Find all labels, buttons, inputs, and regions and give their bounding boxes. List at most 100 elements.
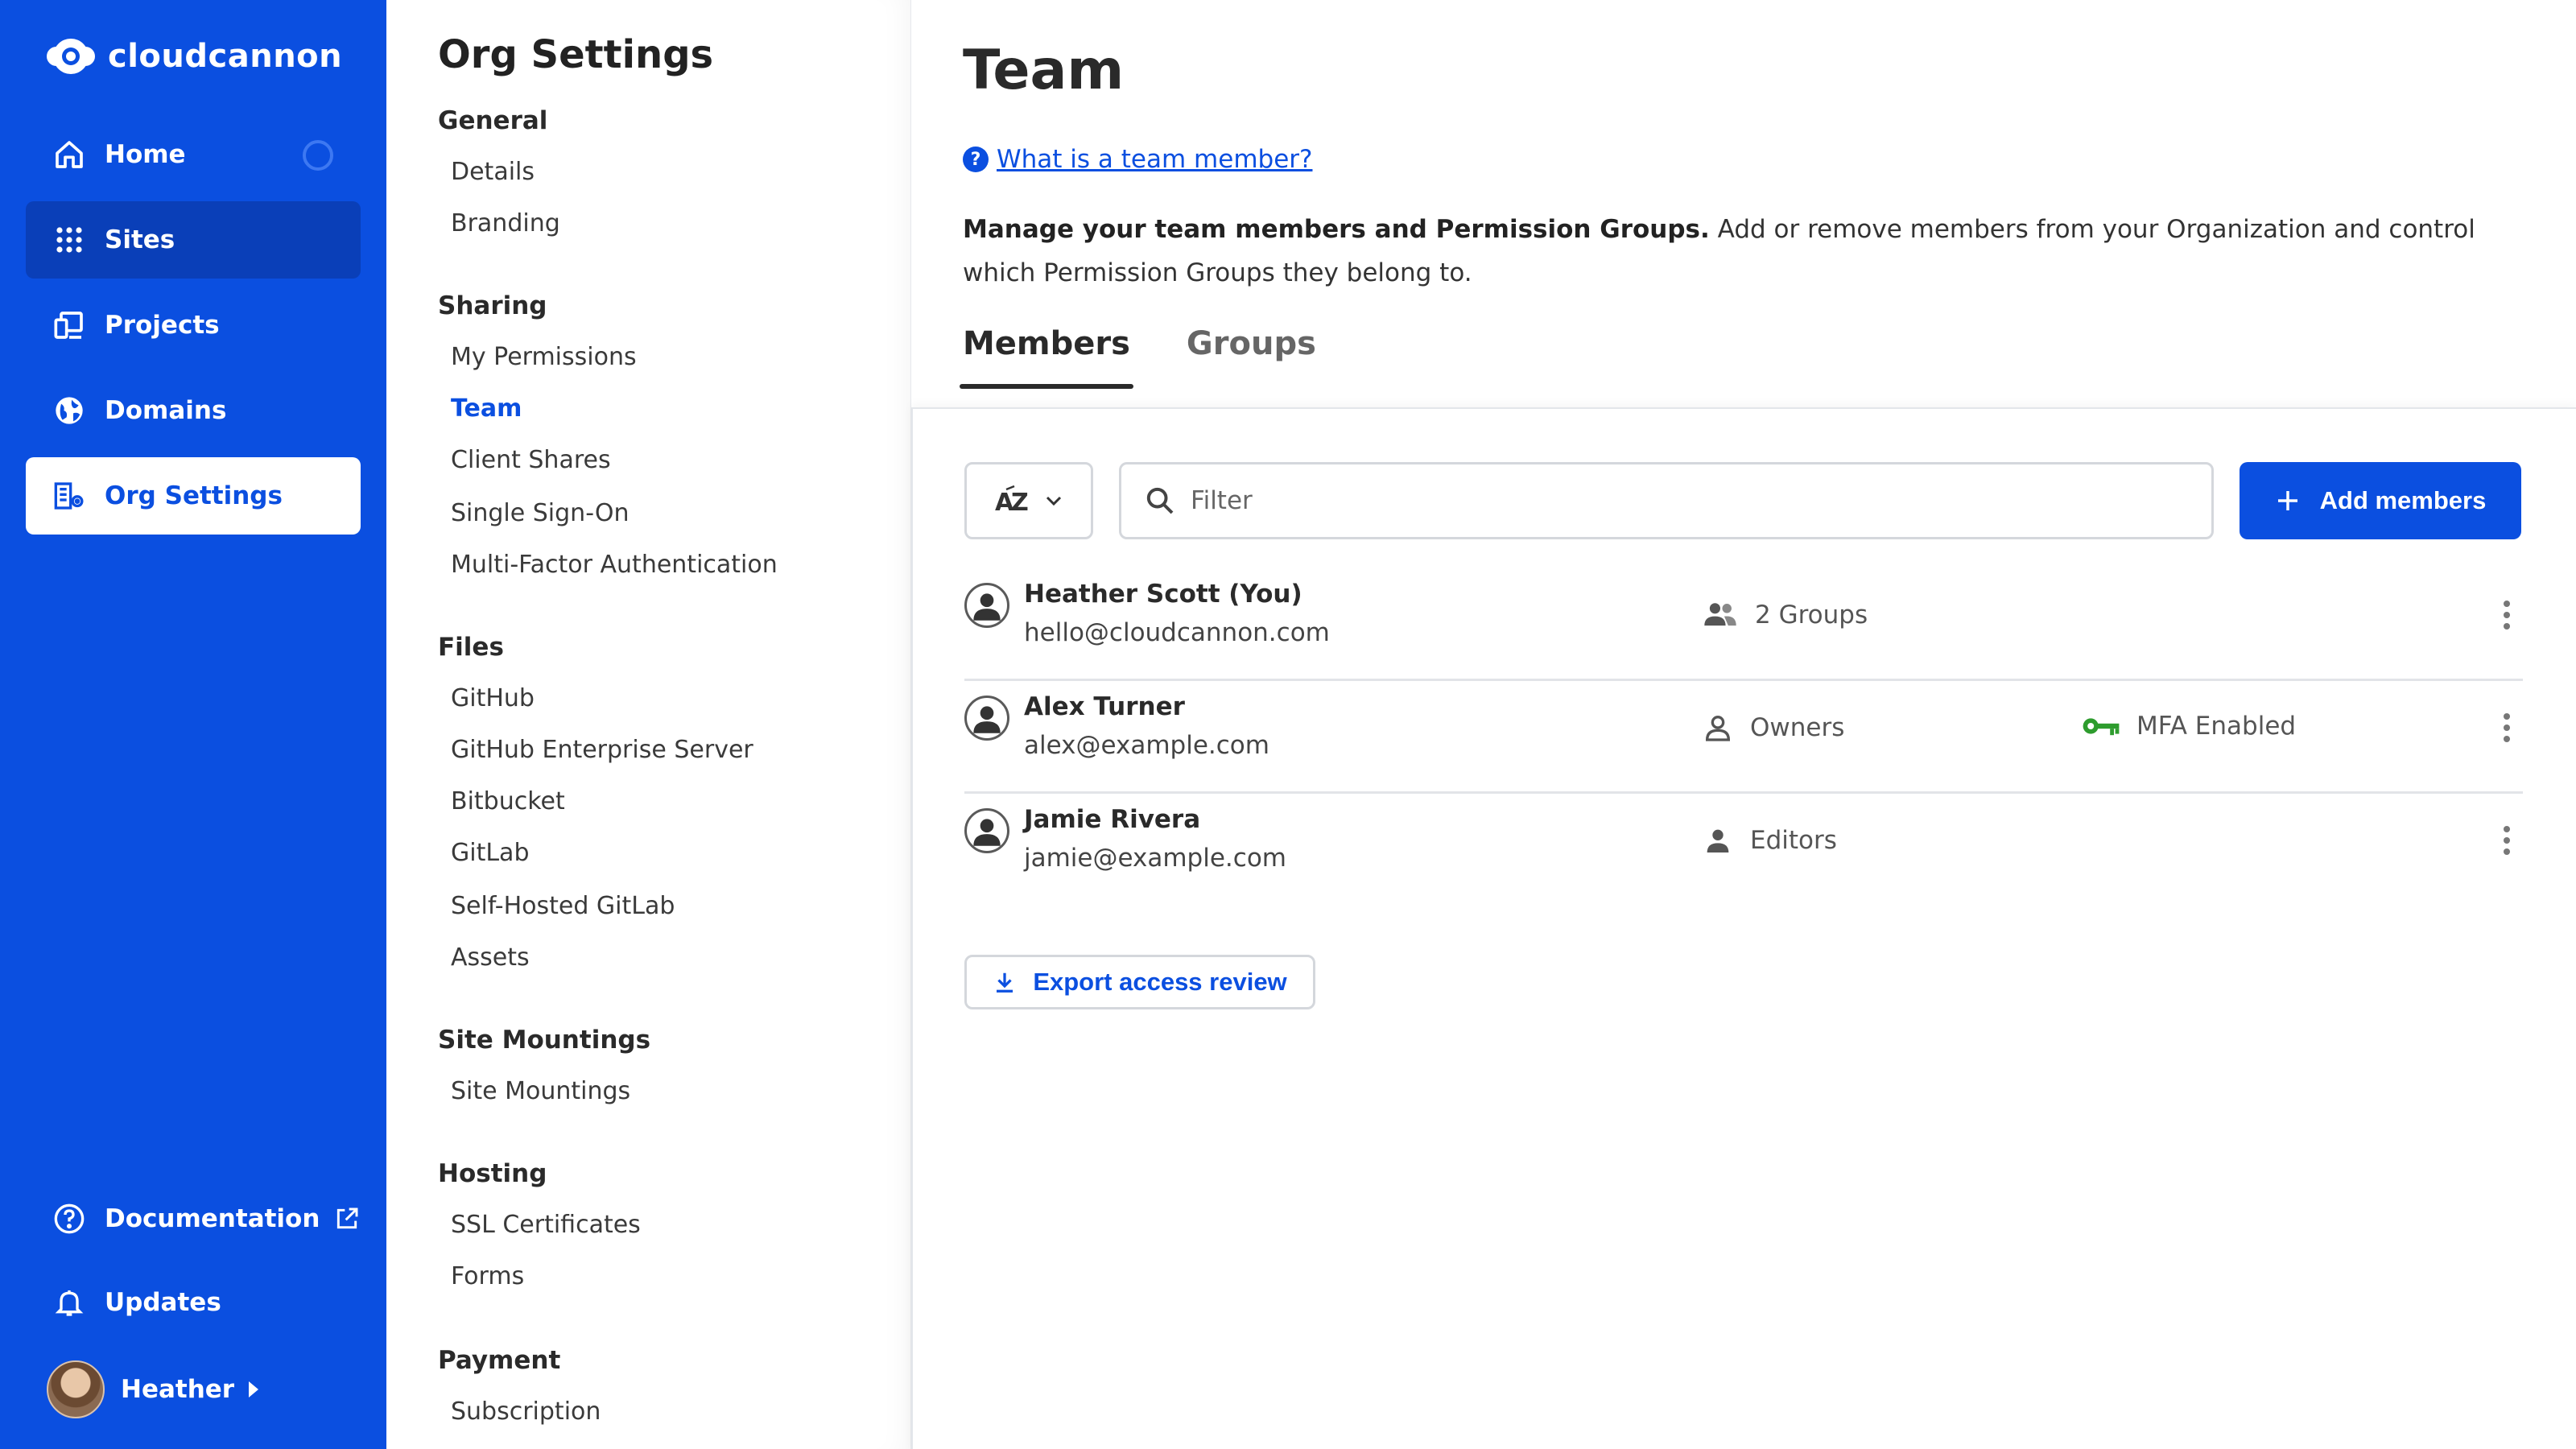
member-groups[interactable]: 2 Groups [1702, 599, 1868, 631]
member-group-label: 2 Groups [1755, 601, 1868, 630]
settings-item-details[interactable]: Details [451, 158, 535, 186]
member-name: Alex Turner [1024, 692, 1185, 721]
settings-item-branding[interactable]: Branding [451, 209, 560, 237]
nav-home[interactable]: Home [26, 116, 361, 193]
user-menu[interactable]: Heather [26, 1357, 260, 1422]
download-icon [993, 970, 1017, 994]
caret-right-icon [247, 1381, 260, 1397]
nav-org-settings-label: Org Settings [105, 481, 283, 510]
nav-sites[interactable]: Sites [26, 201, 361, 279]
nav-projects[interactable]: Projects [26, 287, 361, 364]
add-members-label: Add members [2319, 486, 2487, 514]
cloudcannon-logo[interactable]: cloudcannon [45, 35, 342, 77]
description-bold: Manage your team members and Permission … [963, 215, 1710, 244]
projects-icon [50, 306, 89, 345]
filter-field[interactable] [1119, 462, 2214, 539]
loading-indicator [303, 140, 333, 171]
section-payment: Payment [438, 1346, 561, 1375]
sort-button[interactable]: AZ [964, 462, 1093, 539]
globe-icon [50, 391, 89, 430]
add-members-button[interactable]: Add members [2240, 462, 2521, 539]
settings-item-forms[interactable]: Forms [451, 1262, 524, 1290]
app-sidebar: cloudcannon Home Sites Projects Domains [0, 0, 386, 1449]
more-options-icon[interactable] [2499, 708, 2515, 757]
org-settings-icon [50, 477, 89, 515]
mfa-status: MFA Enabled [2082, 712, 2296, 741]
settings-item-gitlab[interactable]: GitLab [451, 839, 530, 867]
logo-text: cloudcannon [108, 38, 343, 75]
page-title: Team [963, 39, 1125, 102]
settings-item-github[interactable]: GitHub [451, 684, 535, 712]
settings-item-assets[interactable]: Assets [451, 943, 530, 972]
help-circle-icon [50, 1199, 89, 1238]
updates-label: Updates [105, 1288, 221, 1317]
section-general: General [438, 106, 548, 135]
nav-home-label: Home [105, 140, 186, 169]
key-icon [2082, 713, 2120, 739]
member-email: hello@cloudcannon.com [1024, 618, 1330, 647]
chevron-down-icon [1045, 495, 1063, 506]
member-row[interactable]: Alex Turner alex@example.com Owners MFA … [964, 681, 2523, 794]
member-row[interactable]: Jamie Rivera jamie@example.com Editors [964, 794, 2523, 906]
question-icon: ? [963, 147, 989, 172]
member-groups[interactable]: Editors [1702, 824, 1837, 857]
settings-item-github-enterprise[interactable]: GitHub Enterprise Server [451, 736, 753, 764]
help-link[interactable]: ? What is a team member? [963, 145, 1312, 174]
nav-projects-label: Projects [105, 311, 220, 340]
nav-domains[interactable]: Domains [26, 372, 361, 449]
settings-item-self-hosted-gitlab[interactable]: Self-Hosted GitLab [451, 892, 675, 920]
documentation-label: Documentation [105, 1204, 320, 1233]
avatar [47, 1360, 105, 1418]
member-email: jamie@example.com [1024, 844, 1286, 873]
settings-item-site-mountings[interactable]: Site Mountings [451, 1077, 630, 1105]
home-icon [50, 135, 89, 174]
member-name: Jamie Rivera [1024, 805, 1201, 834]
members-panel: AZ Add members Heather Scott (You) hel [911, 407, 2576, 1449]
user-avatar-icon [964, 583, 1009, 628]
updates-link[interactable]: Updates [26, 1270, 221, 1335]
svg-text:Z: Z [1011, 489, 1029, 517]
settings-item-mfa[interactable]: Multi-Factor Authentication [451, 551, 778, 579]
settings-item-ssl-certificates[interactable]: SSL Certificates [451, 1211, 641, 1239]
grid-icon [50, 221, 89, 259]
export-access-review-button[interactable]: Export access review [964, 955, 1315, 1009]
section-files: Files [438, 633, 504, 662]
page-description: Manage your team members and Permission … [963, 208, 2541, 295]
settings-item-my-permissions[interactable]: My Permissions [451, 343, 637, 371]
sort-az-icon: AZ [995, 485, 1030, 517]
section-hosting: Hosting [438, 1159, 547, 1188]
tab-groups[interactable]: Groups [1187, 325, 1316, 386]
settings-title: Org Settings [438, 32, 714, 77]
search-icon [1144, 485, 1176, 517]
settings-item-team[interactable]: Team [451, 394, 522, 423]
bell-icon [50, 1283, 89, 1322]
main-content: Team ? What is a team member? Manage you… [911, 0, 2576, 1449]
nav-sites-label: Sites [105, 225, 175, 254]
settings-item-subscription[interactable]: Subscription [451, 1397, 601, 1426]
tab-members[interactable]: Members [960, 325, 1133, 389]
person-filled-icon [1702, 824, 1734, 857]
cloudcannon-logo-icon [45, 35, 97, 77]
nav-org-settings[interactable]: Org Settings [26, 457, 361, 535]
user-avatar-icon [964, 696, 1009, 741]
tab-bar: Members Groups [960, 325, 1316, 389]
user-avatar-icon [964, 808, 1009, 853]
section-sharing: Sharing [438, 291, 547, 320]
more-options-icon[interactable] [2499, 596, 2515, 644]
nav-domains-label: Domains [105, 396, 227, 425]
member-groups[interactable]: Owners [1702, 712, 1844, 744]
more-options-icon[interactable] [2499, 821, 2515, 869]
groups-icon [1702, 599, 1739, 631]
settings-item-client-shares[interactable]: Client Shares [451, 446, 611, 474]
help-link-text: What is a team member? [997, 145, 1313, 174]
member-name: Heather Scott (You) [1024, 580, 1302, 609]
plus-icon [2275, 488, 2301, 514]
person-outline-icon [1702, 712, 1734, 744]
settings-item-single-sign-on[interactable]: Single Sign-On [451, 499, 629, 527]
filter-input[interactable] [1191, 486, 2157, 515]
member-row[interactable]: Heather Scott (You) hello@cloudcannon.co… [964, 568, 2523, 681]
export-label: Export access review [1033, 968, 1287, 996]
member-email: alex@example.com [1024, 731, 1269, 760]
documentation-link[interactable]: Documentation [26, 1187, 360, 1251]
settings-item-bitbucket[interactable]: Bitbucket [451, 787, 565, 815]
